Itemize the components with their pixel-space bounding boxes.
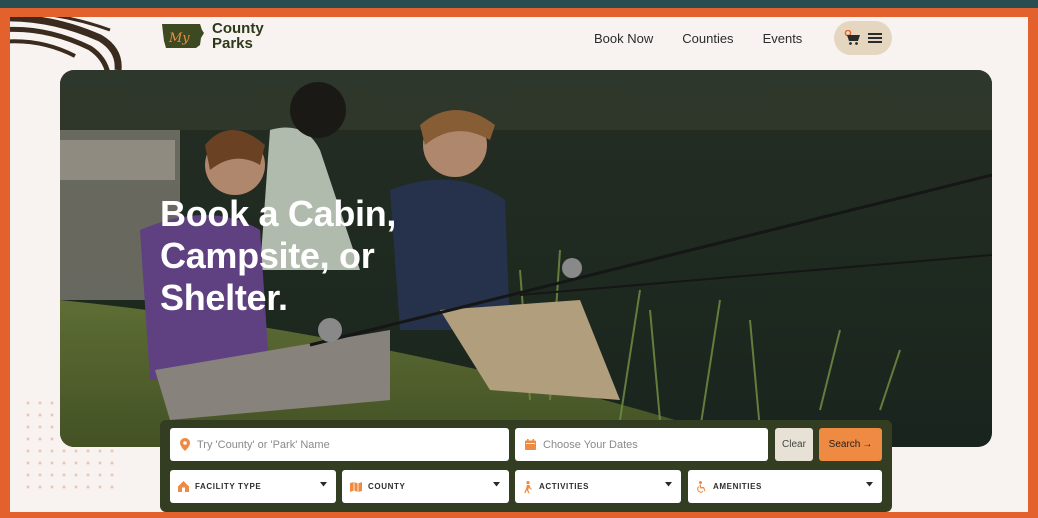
hero-title-line2: Campsite, or [160, 235, 375, 276]
dates-field[interactable]: Choose Your Dates [515, 428, 768, 461]
arrow-right-icon: → [862, 439, 873, 450]
nav-events[interactable]: Events [763, 31, 803, 46]
search-panel: Choose Your Dates Clear Search → FACILIT… [160, 420, 892, 512]
calendar-icon [525, 439, 536, 450]
caret-down-icon [866, 482, 873, 487]
facility-type-label: FACILITY TYPE [195, 482, 262, 491]
page: My County Parks Book Now Counties Events [10, 17, 1028, 512]
location-pin-icon [180, 438, 190, 451]
iowa-map-logo-icon: My [162, 24, 204, 48]
nav-book-now[interactable]: Book Now [594, 31, 653, 46]
caret-down-icon [320, 482, 327, 487]
caret-down-icon [493, 482, 500, 487]
caret-down-icon [665, 482, 672, 487]
hero-title: Book a Cabin, Campsite, or Shelter. [160, 193, 460, 319]
brand-name-line2: Parks [212, 35, 253, 52]
county-label: COUNTY [368, 482, 406, 491]
amenities-select[interactable]: AMENITIES [688, 470, 882, 503]
amenities-label: AMENITIES [713, 482, 762, 491]
park-name-input[interactable] [197, 438, 477, 451]
dates-placeholder: Choose Your Dates [543, 438, 638, 451]
facility-type-select[interactable]: FACILITY TYPE [170, 470, 336, 503]
hero-title-line3: Shelter. [160, 277, 288, 318]
hamburger-icon[interactable] [868, 32, 882, 44]
brand-name-line1: County [212, 20, 264, 37]
map-icon [350, 481, 362, 492]
county-select[interactable]: COUNTY [342, 470, 509, 503]
clear-button[interactable]: Clear [775, 428, 813, 461]
main-nav: Book Now Counties Events [594, 31, 802, 46]
search-button[interactable]: Search → [819, 428, 882, 461]
nav-counties[interactable]: Counties [682, 31, 733, 46]
site-logo[interactable]: My County Parks [160, 21, 264, 51]
park-name-field[interactable] [170, 428, 509, 461]
accessibility-icon [697, 480, 706, 493]
search-button-label: Search [828, 439, 861, 450]
hero-title-line1: Book a Cabin, [160, 193, 397, 234]
svg-text:My: My [168, 31, 190, 46]
activities-select[interactable]: ACTIVITIES [515, 470, 681, 503]
hiker-icon [524, 480, 532, 493]
cart-menu-button[interactable] [834, 21, 892, 55]
house-icon [178, 481, 189, 492]
cart-icon[interactable] [844, 30, 862, 46]
activities-label: ACTIVITIES [539, 482, 590, 491]
